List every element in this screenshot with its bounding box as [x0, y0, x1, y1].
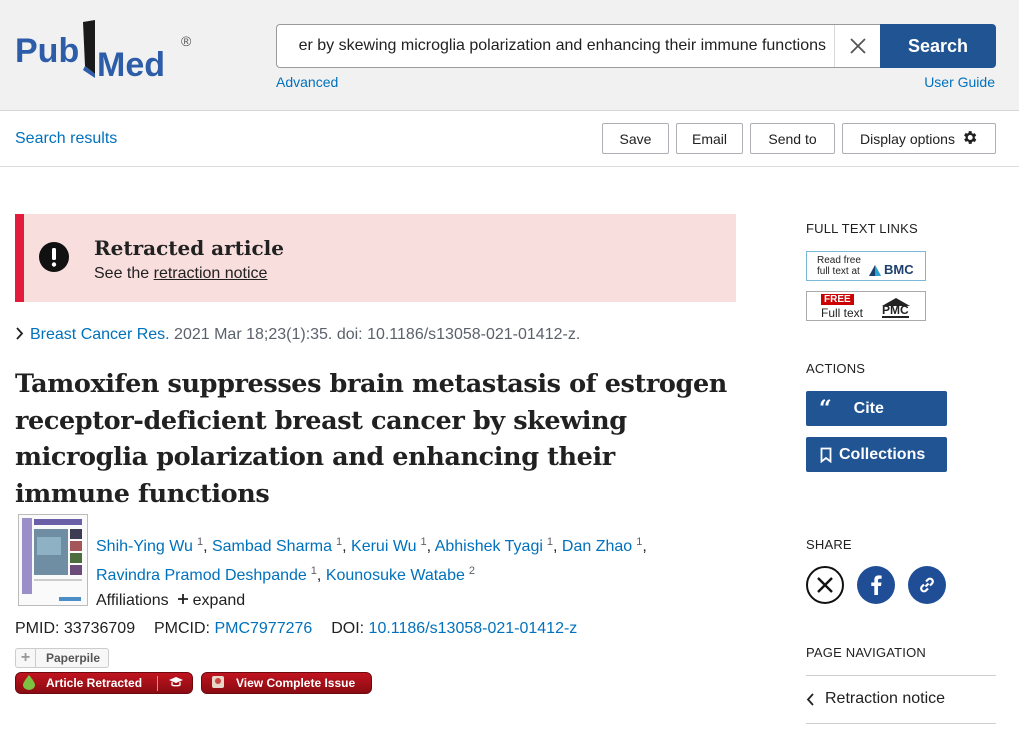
quote-icon: “ — [819, 395, 832, 422]
paperpile-label: Paperpile — [46, 651, 101, 665]
pmc-free: FREE — [821, 294, 854, 305]
graduation-cap-icon — [157, 675, 184, 691]
email-button[interactable]: Email — [676, 123, 743, 154]
affiliations-expand-button[interactable]: expand — [177, 592, 246, 610]
chevron-right-icon[interactable] — [15, 327, 24, 345]
bmc-logo-icon — [869, 263, 881, 281]
doi-link[interactable]: 10.1186/s13058-021-01412-z — [369, 620, 578, 637]
expand-label: expand — [192, 592, 246, 609]
journal-link[interactable]: Breast Cancer Res. — [30, 326, 170, 343]
page-nav-divider — [806, 675, 996, 676]
pmc-brand: PMC — [882, 303, 909, 318]
view-complete-issue-badge[interactable]: View Complete Issue — [201, 672, 372, 694]
retraction-banner: Retracted article See the retraction not… — [15, 214, 736, 302]
author-link[interactable]: Kerui Wu — [351, 538, 417, 555]
retraction-title: Retracted article — [94, 236, 284, 260]
collections-button[interactable]: Collections — [806, 437, 947, 472]
affiliation-ref[interactable]: 1 — [311, 565, 317, 577]
plus-icon — [177, 592, 189, 610]
x-twitter-share-icon[interactable] — [806, 566, 844, 604]
book-icon — [210, 674, 226, 693]
article-retracted-label: Article Retracted — [46, 676, 143, 690]
plus-icon: + — [16, 649, 36, 667]
article-identifiers: PMID: 33736709 PMCID: PMC7977276 DOI: 10… — [15, 620, 577, 638]
author-link[interactable]: Sambad Sharma — [212, 538, 332, 555]
full-text-links-heading: FULL TEXT LINKS — [806, 221, 918, 236]
retraction-see-the: See the — [94, 265, 154, 282]
facebook-share-icon[interactable] — [857, 566, 895, 604]
affiliation-ref[interactable]: 1 — [636, 536, 642, 548]
display-options-label: Display options — [860, 130, 955, 147]
pubmed-logo[interactable]: Pub Med ® — [15, 18, 200, 84]
actions-heading: ACTIONS — [806, 361, 866, 376]
search-button[interactable]: Search — [880, 24, 996, 68]
search-query-text[interactable]: er by skewing microglia polarization and… — [299, 25, 826, 67]
svg-text:Med: Med — [97, 46, 165, 82]
clear-search-icon[interactable] — [834, 25, 880, 67]
retraction-subtitle: See the retraction notice — [94, 265, 267, 283]
copy-link-share-icon[interactable] — [908, 566, 946, 604]
share-heading: SHARE — [806, 537, 852, 552]
article-title: Tamoxifen suppresses brain metastasis of… — [15, 369, 727, 509]
author-link[interactable]: Ravindra Pramod Deshpande — [96, 567, 307, 584]
pmid-value: 33736709 — [63, 620, 136, 637]
affiliations-row: Affiliations expand — [96, 592, 245, 610]
pmc-full-text-link[interactable]: FREE Full text PMC — [806, 291, 926, 321]
page-nav-retraction-notice[interactable]: Retraction notice — [806, 690, 945, 708]
bmc-line2: full text at — [817, 266, 860, 277]
advanced-search-link[interactable]: Advanced — [276, 74, 338, 90]
bmc-line1: Read free — [817, 255, 861, 266]
user-guide-link[interactable]: User Guide — [924, 74, 995, 90]
author-link[interactable]: Shih-Ying Wu — [96, 538, 193, 555]
affiliation-ref[interactable]: 1 — [421, 536, 427, 548]
gear-icon — [961, 129, 978, 149]
exclamation-icon — [39, 242, 69, 272]
affiliation-ref[interactable]: 1 — [547, 536, 553, 548]
paperpile-button[interactable]: + Paperpile — [15, 648, 109, 668]
retraction-notice-nav-label: Retraction notice — [825, 690, 946, 707]
pmc-full-text: Full text — [821, 306, 864, 320]
affiliations-label: Affiliations — [96, 592, 169, 609]
article-retracted-badge[interactable]: Article Retracted — [15, 672, 193, 694]
affiliation-ref[interactable]: 2 — [469, 565, 475, 577]
svg-text:®: ® — [181, 33, 192, 49]
save-button[interactable]: Save — [602, 123, 669, 154]
page-nav-divider — [806, 723, 996, 724]
display-options-button[interactable]: Display options — [842, 123, 996, 154]
chevron-left-icon — [806, 692, 815, 706]
author-link[interactable]: Abhishek Tyagi — [435, 538, 543, 555]
doi-label: DOI: — [331, 620, 365, 637]
affiliation-ref[interactable]: 1 — [197, 536, 203, 548]
svg-text:Pub: Pub — [15, 32, 79, 70]
bmc-full-text-link[interactable]: Read free full text at BMC — [806, 251, 926, 281]
pmcid-link[interactable]: PMC7977276 — [214, 620, 312, 637]
view-complete-issue-label: View Complete Issue — [236, 676, 356, 690]
article-citation: Breast Cancer Res. 2021 Mar 18;23(1):35.… — [15, 326, 580, 345]
search-results-link[interactable]: Search results — [15, 130, 117, 148]
retraction-notice-link[interactable]: retraction notice — [154, 265, 268, 282]
cite-button[interactable]: “ Cite — [806, 391, 947, 426]
affiliation-ref[interactable]: 1 — [336, 536, 342, 548]
author-link[interactable]: Dan Zhao — [562, 538, 632, 555]
author-link[interactable]: Kounosuke Watabe — [326, 567, 465, 584]
citation-details: 2021 Mar 18;23(1):35. doi: 10.1186/s1305… — [169, 326, 581, 343]
collections-label: Collections — [839, 445, 926, 463]
bookmark-icon — [820, 447, 832, 463]
bmc-brand: BMC — [884, 262, 914, 277]
pmcid-label: PMCID: — [154, 620, 210, 637]
search-input[interactable]: er by skewing microglia polarization and… — [276, 24, 880, 68]
drop-icon — [22, 674, 36, 693]
site-header: Pub Med ® er by skewing microglia polari… — [0, 0, 1019, 111]
page-navigation-heading: PAGE NAVIGATION — [806, 645, 927, 660]
send-to-button[interactable]: Send to — [750, 123, 835, 154]
cite-label: Cite — [853, 399, 884, 417]
article-toolbar: Search results Save Email Send to Displa… — [0, 111, 1019, 167]
authors-list: Shih-Ying Wu 1, Sambad Sharma 1, Kerui Wu 1… — [96, 536, 647, 584]
pmid-label: PMID: — [15, 620, 60, 637]
journal-cover-thumbnail[interactable] — [18, 514, 88, 606]
